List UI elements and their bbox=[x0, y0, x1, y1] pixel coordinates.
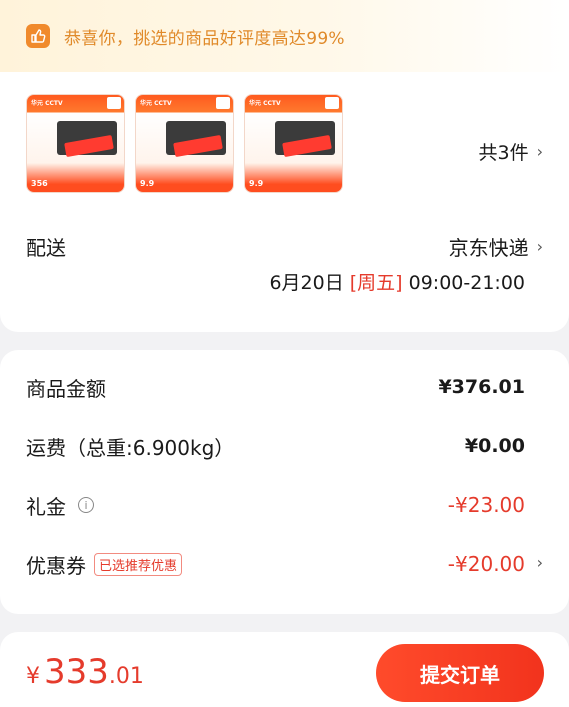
shipping-label: 配送 bbox=[26, 236, 66, 260]
thumb-price: 356 bbox=[31, 179, 48, 188]
product-thumbnail[interactable]: 华元 CCTV 356 bbox=[26, 94, 125, 193]
product-thumbnails[interactable]: 华元 CCTV 356 华元 CCTV 9.9 华元 CCTV 9.9 bbox=[26, 94, 343, 193]
thumb-badge bbox=[325, 97, 339, 109]
delivery-date: 6月20日 bbox=[269, 272, 344, 294]
thumb-badge bbox=[216, 97, 230, 109]
delivery-time[interactable]: 6月20日 [周五] 09:00-21:00 bbox=[269, 268, 525, 295]
item-count-label: 共3件 bbox=[478, 142, 529, 164]
item-count-link[interactable]: 共3件 › bbox=[479, 138, 544, 165]
thumbs-up-icon bbox=[26, 24, 50, 48]
freight-value: ¥0.00 bbox=[464, 435, 525, 457]
total-currency: ¥ bbox=[26, 664, 40, 689]
recommended-coupon-tag: 已选推荐优惠 bbox=[94, 552, 183, 576]
praise-banner: 恭喜你，挑选的商品好评度高达99% bbox=[0, 0, 569, 72]
checkout-bar: ¥ 333 .01 提交订单 bbox=[0, 632, 569, 707]
thumb-price: 9.9 bbox=[140, 179, 155, 188]
product-thumbnail[interactable]: 华元 CCTV 9.9 bbox=[135, 94, 234, 193]
goods-amount-value: ¥376.01 bbox=[438, 376, 525, 398]
goods-amount-row: 商品金额 ¥376.01 bbox=[26, 372, 525, 402]
delivery-weekday: [周五] bbox=[349, 272, 403, 294]
gift-label: 礼金 bbox=[26, 494, 66, 519]
gift-row: 礼金 i -¥23.00 bbox=[26, 490, 525, 520]
thumb-price: 9.9 bbox=[249, 179, 264, 188]
info-icon[interactable]: i bbox=[78, 497, 94, 513]
chevron-right-icon: › bbox=[536, 142, 543, 161]
delivery-window: 09:00-21:00 bbox=[408, 272, 525, 294]
shipping-carrier: 京东快递 bbox=[448, 236, 529, 260]
gift-label-group: 礼金 i bbox=[26, 491, 94, 520]
coupon-value: -¥20.00 bbox=[447, 552, 525, 576]
goods-amount-label: 商品金额 bbox=[26, 376, 106, 401]
total-price: ¥ 333 .01 bbox=[26, 652, 144, 692]
submit-order-button[interactable]: 提交订单 bbox=[376, 644, 544, 702]
product-thumbnail[interactable]: 华元 CCTV 9.9 bbox=[244, 94, 343, 193]
thumb-brand: 华元 CCTV bbox=[249, 100, 281, 107]
price-breakdown-card: 商品金额 ¥376.01 运费（总重:6.900kg） ¥0.00 礼金 i -… bbox=[0, 350, 569, 614]
shipping-carrier-selector[interactable]: 京东快递 › bbox=[449, 232, 543, 261]
coupon-label-group: 优惠券 已选推荐优惠 bbox=[26, 550, 183, 579]
thumb-brand: 华元 CCTV bbox=[31, 100, 63, 107]
thumb-badge bbox=[107, 97, 121, 109]
total-integer: 333 bbox=[44, 652, 109, 692]
order-items-card: 华元 CCTV 356 华元 CCTV 9.9 华元 CCTV 9.9 共3件 … bbox=[0, 72, 569, 332]
freight-row: 运费（总重:6.900kg） ¥0.00 bbox=[26, 431, 525, 461]
freight-label: 运费（总重:6.900kg） bbox=[26, 435, 235, 460]
total-decimal: .01 bbox=[108, 664, 144, 689]
gift-value: -¥23.00 bbox=[447, 493, 525, 517]
coupon-row[interactable]: 优惠券 已选推荐优惠 -¥20.00 bbox=[26, 549, 525, 579]
banner-text: 恭喜你，挑选的商品好评度高达99% bbox=[64, 28, 345, 49]
chevron-right-icon[interactable]: › bbox=[537, 553, 543, 572]
thumb-brand: 华元 CCTV bbox=[140, 100, 172, 107]
coupon-label: 优惠券 bbox=[26, 553, 86, 578]
chevron-right-icon: › bbox=[536, 237, 543, 256]
